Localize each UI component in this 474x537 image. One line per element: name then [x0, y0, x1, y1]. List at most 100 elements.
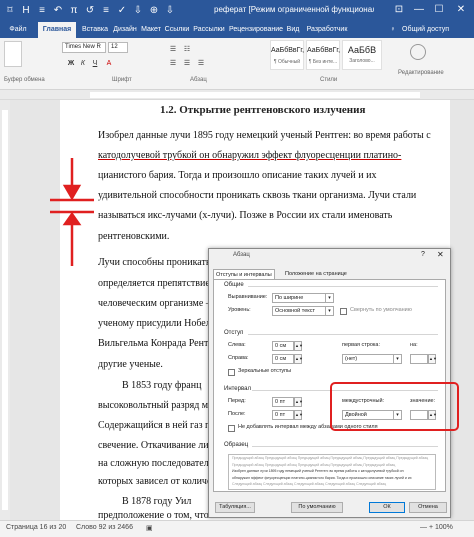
right-indent-stepper[interactable]: ▲▼ — [294, 354, 303, 364]
no-space-checkbox[interactable] — [228, 425, 235, 432]
after-input[interactable]: 0 пт — [272, 410, 294, 420]
redo-icon[interactable]: ↺ — [84, 4, 96, 18]
font-size-combo[interactable]: 12 — [108, 42, 128, 53]
before-input[interactable]: 0 пт — [272, 397, 294, 407]
title-bar: ⌑ H ≡ ↶ π ↺ ≡ ✓ ⇩ ⊕ ⇩ реферат [Режим огр… — [0, 0, 474, 22]
text-line: рентгеновскими. — [98, 231, 170, 242]
tab-home[interactable]: Главная — [38, 22, 76, 38]
group-styles: Стили — [320, 77, 338, 83]
dialog-close-icon[interactable]: ✕ — [437, 250, 444, 259]
page-count[interactable]: Страница 16 из 20 — [6, 524, 66, 531]
align-center-icon[interactable]: ☰ — [182, 58, 192, 69]
tab-layout[interactable]: Макет — [140, 22, 162, 38]
line-spacing-highlight — [330, 382, 459, 431]
alignment-label: Выравнивание: — [228, 294, 268, 300]
zoom-control[interactable]: — + 100% — [420, 524, 453, 531]
save-icon[interactable]: ⌑ — [4, 4, 16, 18]
equation-icon[interactable]: π — [68, 4, 80, 18]
spacing-arrows-annotation — [50, 158, 94, 266]
after-stepper[interactable]: ▲▼ — [294, 410, 303, 420]
chevron-down-icon: ▾ — [393, 355, 401, 363]
window-title: реферат [Режим ограниченной функциональ.… — [214, 5, 374, 14]
by-input[interactable] — [410, 354, 428, 364]
italic-icon[interactable]: К — [78, 58, 88, 69]
find-icon[interactable] — [410, 44, 426, 60]
tab-review[interactable]: Рецензирование — [228, 22, 284, 38]
editing-button[interactable]: Редактирование — [398, 70, 444, 76]
paste-icon[interactable] — [4, 41, 22, 67]
level-select[interactable]: Основной текст ▾ — [272, 306, 334, 316]
tab-view[interactable]: Вид — [286, 22, 300, 38]
tab-developer[interactable]: Разработчик — [304, 22, 350, 38]
style-heading[interactable]: АаБбВ Заголово... — [342, 40, 382, 70]
close-icon[interactable]: ✕ — [454, 4, 468, 15]
underline-icon[interactable]: Ч — [90, 58, 100, 69]
text-line: которых зависел от количест — [98, 476, 221, 487]
tab-line-page-breaks[interactable]: Положение на странице — [283, 269, 349, 279]
tab-file[interactable]: Файл — [4, 22, 32, 38]
download-icon[interactable]: ⇩ — [132, 4, 144, 18]
text-line: В 1878 году Уил — [122, 496, 192, 507]
horizontal-ruler[interactable] — [0, 90, 474, 100]
heading-icon[interactable]: H — [20, 4, 32, 18]
dialog-help-icon[interactable]: ? — [421, 251, 425, 258]
bullets-icon[interactable]: ☰ — [168, 44, 178, 55]
numbering-icon[interactable]: ☷ — [182, 44, 192, 55]
font-color-icon[interactable]: A — [104, 58, 114, 69]
proofing-icon[interactable]: ▣ — [146, 524, 153, 532]
minimize-icon[interactable]: — — [412, 4, 426, 15]
tab-design[interactable]: Дизайн — [112, 22, 138, 38]
first-line-select[interactable]: (нет) ▾ — [342, 354, 402, 364]
undo-icon[interactable]: ↶ — [52, 4, 64, 18]
group-font: Шрифт — [112, 77, 132, 83]
left-indent-input[interactable]: 0 см — [272, 341, 294, 351]
collapsed-label: Свернуть по умолчанию — [350, 307, 412, 313]
ok-button[interactable]: ОК — [369, 502, 405, 513]
group-clipboard: Буфер обмена — [4, 77, 45, 83]
right-indent-input[interactable]: 0 см — [272, 354, 294, 364]
text-line: Лучи способны проникать ск — [98, 257, 223, 268]
mirror-indents-checkbox[interactable] — [228, 369, 235, 376]
maximize-icon[interactable]: ☐ — [432, 4, 446, 15]
text-line: человеческим организме — — [98, 298, 216, 309]
ribbon-display-icon[interactable]: ⊡ — [392, 4, 406, 15]
alignment-select[interactable]: По ширине ▾ — [272, 293, 334, 303]
text-line: В 1853 году франц — [122, 380, 202, 391]
text-line: определяется препятствие — [98, 278, 210, 289]
tab-insert[interactable]: Вставка — [80, 22, 110, 38]
text-line: Содержащийся в ней газ при — [98, 420, 221, 431]
align-left-icon[interactable]: ☰ — [168, 58, 178, 69]
share-button[interactable]: Общий доступ — [402, 22, 449, 38]
style-normal[interactable]: АаБбВвГг, ¶ Обычный — [270, 40, 304, 70]
font-name-combo[interactable]: Times New R — [62, 42, 106, 53]
word-count[interactable]: Слово 92 из 2466 — [76, 524, 133, 531]
set-default-button[interactable]: По умолчанию — [291, 502, 343, 513]
zoom-icon[interactable]: ⊕ — [148, 4, 160, 18]
by-stepper[interactable]: ▲▼ — [428, 354, 437, 364]
spellcheck-icon[interactable]: ✓ — [116, 4, 128, 18]
left-indent-stepper[interactable]: ▲▼ — [294, 341, 303, 351]
align-icon[interactable]: ≡ — [100, 4, 112, 18]
collapsed-checkbox[interactable] — [340, 308, 347, 315]
style-no-spacing[interactable]: АаБбВвГг, ¶ Без инте... — [306, 40, 340, 70]
tab-references[interactable]: Ссылки — [164, 22, 190, 38]
tabs-button[interactable]: Табуляция... — [215, 502, 255, 513]
text-line: высоковольтный разряд м — [98, 400, 209, 411]
help-icon[interactable]: ♀ — [388, 22, 398, 38]
tab-indents-spacing[interactable]: Отступы и интервалы — [213, 269, 275, 279]
status-bar: Страница 16 из 20 Слово 92 из 2466 ▣ — +… — [0, 520, 474, 537]
cancel-button[interactable]: Отмена — [409, 502, 447, 513]
before-stepper[interactable]: ▲▼ — [294, 397, 303, 407]
text-line: Изобрел данные лучи 1895 году немецкий у… — [98, 130, 431, 141]
group-paragraph: Абзац — [190, 77, 207, 83]
vertical-ruler[interactable] — [0, 100, 10, 520]
list-icon[interactable]: ≡ — [36, 4, 48, 18]
bold-icon[interactable]: Ж — [66, 58, 76, 69]
justify-icon[interactable]: ☰ — [196, 58, 206, 69]
text-line: катодолучевой трубкой он обнаружил эффек… — [98, 150, 402, 161]
text-line: Вильгельма Конрада Рентге — [98, 338, 217, 349]
first-line-label: первая строка: — [342, 342, 381, 348]
text-line: цианистого бария. Тогда и произошло опис… — [98, 170, 377, 181]
customize-icon[interactable]: ⇩ — [164, 4, 176, 18]
tab-mailings[interactable]: Рассылки — [192, 22, 226, 38]
